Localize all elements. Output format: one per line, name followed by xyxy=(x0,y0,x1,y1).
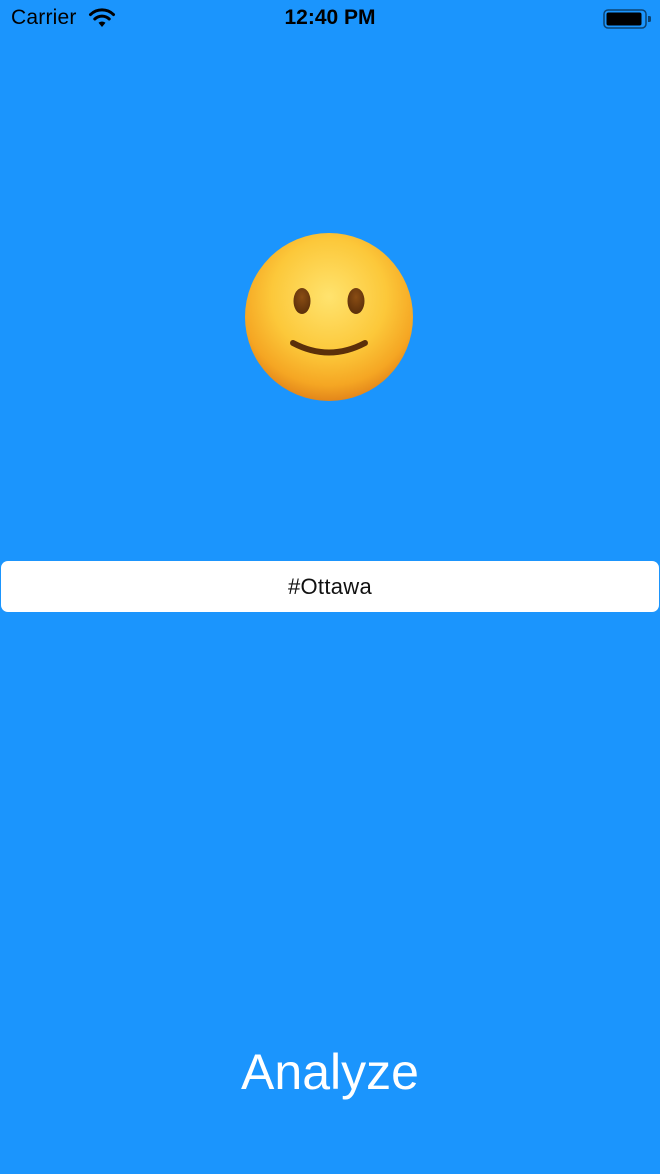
analyze-button[interactable]: Analyze xyxy=(0,1040,660,1104)
status-time: 12:40 PM xyxy=(284,6,376,29)
search-value: #Ottawa xyxy=(287,573,373,599)
battery-icon xyxy=(603,9,651,29)
search-field[interactable]: #Ottawa xyxy=(1,561,659,612)
slightly-smiling-face-icon xyxy=(245,233,413,401)
status-bar: Carrier 12:40 PM xyxy=(0,0,660,40)
